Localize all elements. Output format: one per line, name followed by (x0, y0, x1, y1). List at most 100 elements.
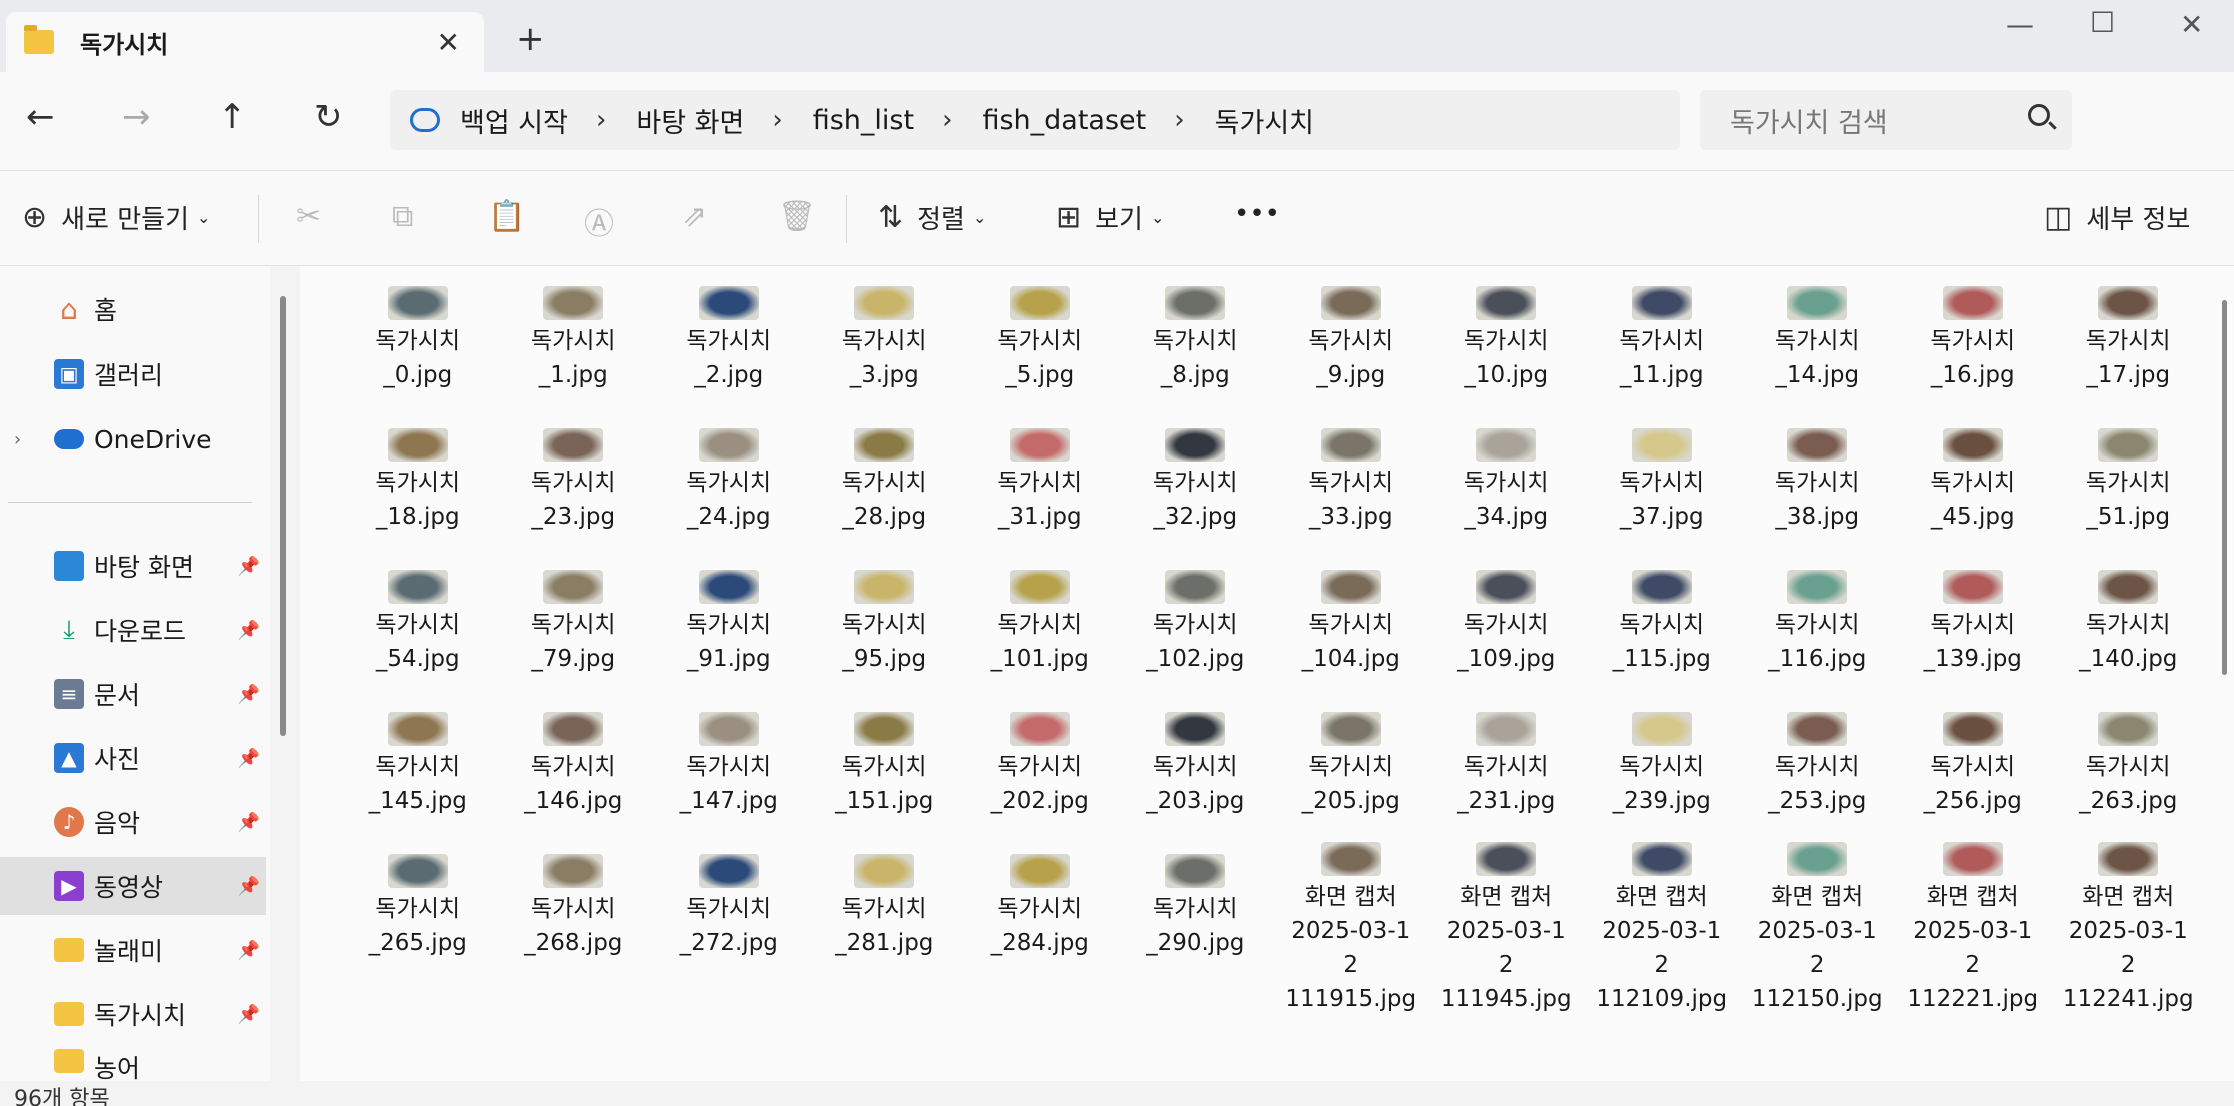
sidebar-item-gallery[interactable]: ▣ 갤러리 (0, 345, 266, 403)
file-item[interactable]: 독가시치 _203.jpg (1118, 700, 1274, 842)
file-item[interactable]: 독가시치 _18.jpg (340, 416, 496, 558)
file-item[interactable]: 화면 캡처 2025-03-1 2 112221.jpg (1895, 842, 2051, 1012)
file-item[interactable]: 독가시치 _265.jpg (340, 842, 496, 984)
file-item[interactable]: 독가시치 _9.jpg (1273, 274, 1429, 416)
pin-icon[interactable]: 📌 (238, 876, 260, 897)
view-button[interactable]: ⊞ 보기 ⌄ (1056, 199, 1164, 236)
file-item[interactable]: 독가시치 _109.jpg (1429, 558, 1585, 700)
file-item[interactable]: 독가시치 _231.jpg (1429, 700, 1585, 842)
paste-icon[interactable]: 📋 (488, 199, 539, 234)
file-item[interactable]: 화면 캡처 2025-03-1 2 112241.jpg (2051, 842, 2207, 1012)
file-item[interactable]: 독가시치 _239.jpg (1584, 700, 1740, 842)
file-item[interactable]: 독가시치 _33.jpg (1273, 416, 1429, 558)
file-item[interactable]: 독가시치 _45.jpg (1895, 416, 2051, 558)
tab-active[interactable]: 독가시치 ✕ (6, 12, 484, 72)
pin-icon[interactable]: 📌 (238, 940, 260, 961)
file-item[interactable]: 독가시치 _140.jpg (2051, 558, 2207, 700)
file-item[interactable]: 독가시치 _28.jpg (807, 416, 963, 558)
chevron-right-icon[interactable]: › (14, 429, 54, 450)
pin-icon[interactable]: 📌 (238, 1004, 260, 1025)
breadcrumb-current[interactable]: 독가시치 (1215, 101, 1314, 140)
more-options-button[interactable]: ••• (1234, 199, 1280, 229)
sidebar-item-home[interactable]: ⌂ 홈 (0, 280, 266, 338)
delete-icon[interactable]: 🗑 (778, 199, 830, 234)
sidebar-item-documents[interactable]: ≡ 문서 📌 (0, 665, 266, 723)
copy-icon[interactable]: ⧉ (392, 199, 427, 234)
file-item[interactable]: 독가시치 _14.jpg (1740, 274, 1896, 416)
sidebar-item-pictures[interactable]: ▲ 사진 📌 (0, 729, 266, 787)
pin-icon[interactable]: 📌 (238, 556, 260, 577)
file-item[interactable]: 독가시치 _91.jpg (651, 558, 807, 700)
search-input[interactable]: 독가시치 검색 (1700, 90, 2072, 150)
file-item[interactable]: 독가시치 _95.jpg (807, 558, 963, 700)
share-icon[interactable]: ⇗ (682, 199, 721, 234)
content-scrollbar[interactable] (2222, 300, 2227, 675)
rename-icon[interactable]: Ⓐ (584, 199, 628, 243)
file-item[interactable]: 독가시치 _202.jpg (962, 700, 1118, 842)
file-item[interactable]: 화면 캡처 2025-03-1 2 112150.jpg (1740, 842, 1896, 1012)
cut-icon[interactable]: ✂ (296, 199, 335, 234)
sort-button[interactable]: ⇅ 정렬 ⌄ (878, 199, 986, 236)
file-item[interactable]: 독가시치 _2.jpg (651, 274, 807, 416)
file-item[interactable]: 독가시치 _54.jpg (340, 558, 496, 700)
file-item[interactable]: 독가시치 _205.jpg (1273, 700, 1429, 842)
file-item[interactable]: 독가시치 _31.jpg (962, 416, 1118, 558)
file-item[interactable]: 독가시치 _17.jpg (2051, 274, 2207, 416)
file-item[interactable]: 독가시치 _116.jpg (1740, 558, 1896, 700)
breadcrumb-fish-list[interactable]: fish_list (813, 105, 914, 136)
pin-icon[interactable]: 📌 (238, 620, 260, 641)
maximize-icon[interactable]: ☐ (2090, 6, 2115, 39)
breadcrumb-fish-dataset[interactable]: fish_dataset (982, 105, 1146, 136)
breadcrumb-desktop[interactable]: 바탕 화면 (636, 101, 744, 140)
file-item[interactable]: 독가시치 _24.jpg (651, 416, 807, 558)
new-tab-icon[interactable]: + (516, 22, 545, 56)
file-item[interactable]: 독가시치 _139.jpg (1895, 558, 2051, 700)
file-item[interactable]: 화면 캡처 2025-03-1 2 112109.jpg (1584, 842, 1740, 1012)
file-item[interactable]: 독가시치 _101.jpg (962, 558, 1118, 700)
sidebar-item-onedrive[interactable]: › OneDrive (0, 410, 266, 468)
pin-icon[interactable]: 📌 (238, 812, 260, 833)
forward-icon[interactable]: → (122, 100, 151, 134)
address-bar[interactable]: 백업 시작 › 바탕 화면 › fish_list › fish_dataset… (390, 90, 1680, 150)
file-item[interactable]: 화면 캡처 2025-03-1 2 111915.jpg (1273, 842, 1429, 1012)
up-icon[interactable]: ↑ (218, 100, 247, 134)
file-item[interactable]: 독가시치 _290.jpg (1118, 842, 1274, 984)
file-item[interactable]: 화면 캡처 2025-03-1 2 111945.jpg (1429, 842, 1585, 1012)
sidebar-item-folder[interactable]: 놀래미 📌 (0, 921, 266, 979)
file-item[interactable]: 독가시치 _151.jpg (807, 700, 963, 842)
sidebar-scrollbar[interactable] (280, 296, 286, 736)
file-item[interactable]: 독가시치 _34.jpg (1429, 416, 1585, 558)
file-item[interactable]: 독가시치 _272.jpg (651, 842, 807, 984)
file-item[interactable]: 독가시치 _11.jpg (1584, 274, 1740, 416)
file-item[interactable]: 독가시치 _32.jpg (1118, 416, 1274, 558)
search-icon[interactable] (2028, 104, 2050, 126)
chevron-right-icon[interactable]: › (596, 105, 606, 135)
file-item[interactable]: 독가시치 _147.jpg (651, 700, 807, 842)
sidebar-item-folder[interactable]: 독가시치 📌 (0, 985, 266, 1043)
sidebar-item-music[interactable]: ♪ 음악 📌 (0, 793, 266, 851)
file-item[interactable]: 독가시치 _38.jpg (1740, 416, 1896, 558)
file-item[interactable]: 독가시치 _146.jpg (496, 700, 652, 842)
file-item[interactable]: 독가시치 _145.jpg (340, 700, 496, 842)
file-item[interactable]: 독가시치 _256.jpg (1895, 700, 2051, 842)
file-item[interactable]: 독가시치 _23.jpg (496, 416, 652, 558)
file-item[interactable]: 독가시치 _3.jpg (807, 274, 963, 416)
file-item[interactable]: 독가시치 _5.jpg (962, 274, 1118, 416)
details-pane-button[interactable]: ◫ 세부 정보 (2044, 199, 2190, 236)
file-item[interactable]: 독가시치 _284.jpg (962, 842, 1118, 984)
file-item[interactable]: 독가시치 _104.jpg (1273, 558, 1429, 700)
close-window-icon[interactable]: ✕ (2180, 8, 2203, 41)
sidebar-item-downloads[interactable]: ⤓ 다운로드 📌 (0, 601, 266, 659)
pin-icon[interactable]: 📌 (238, 748, 260, 769)
file-item[interactable]: 독가시치 _37.jpg (1584, 416, 1740, 558)
file-item[interactable]: 독가시치 _263.jpg (2051, 700, 2207, 842)
file-item[interactable]: 독가시치 _1.jpg (496, 274, 652, 416)
refresh-icon[interactable]: ↻ (314, 100, 343, 134)
back-icon[interactable]: ← (26, 100, 55, 134)
file-item[interactable]: 독가시치 _79.jpg (496, 558, 652, 700)
chevron-right-icon[interactable]: › (1174, 105, 1184, 135)
file-item[interactable]: 독가시치 _268.jpg (496, 842, 652, 984)
file-item[interactable]: 독가시치 _281.jpg (807, 842, 963, 984)
breadcrumb-backup[interactable]: 백업 시작 (460, 101, 568, 140)
minimize-icon[interactable]: — (2006, 8, 2034, 41)
